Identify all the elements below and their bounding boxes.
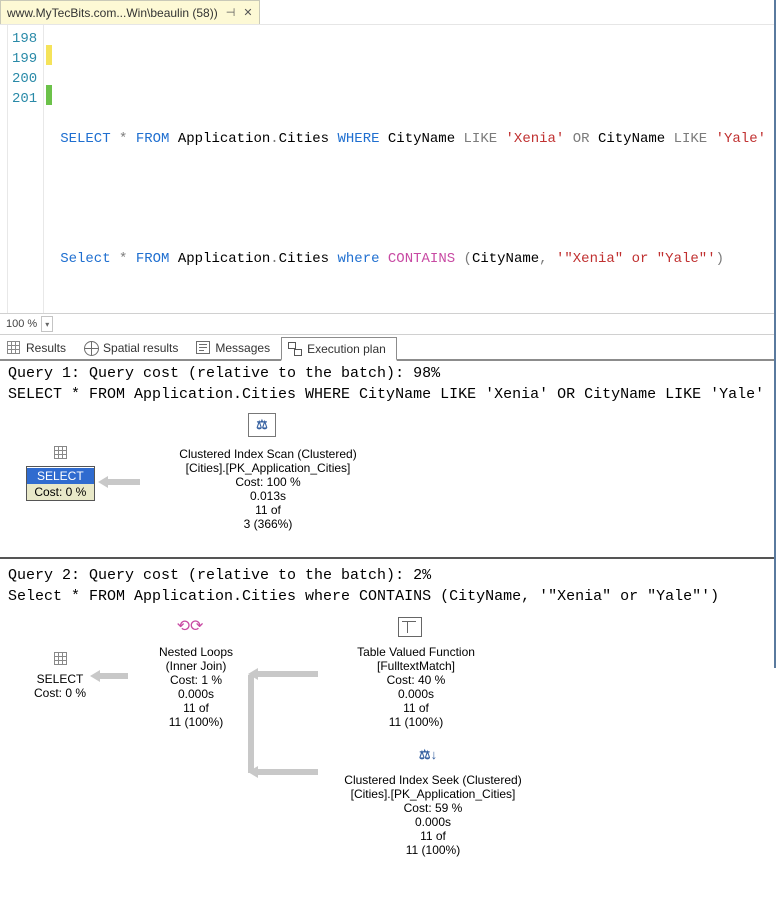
op-line: Clustered Index Seek (Clustered): [318, 773, 548, 787]
op-line: 11 of: [318, 829, 548, 843]
editor-margin: [0, 25, 8, 313]
zoom-value: 100 %: [6, 318, 37, 330]
op-line: [Cities].[PK_Application_Cities]: [143, 461, 393, 475]
plan-arrow: [98, 477, 140, 487]
op-line: 11 (100%): [318, 843, 548, 857]
clustered-index-scan-operator[interactable]: Clustered Index Scan (Clustered) [Cities…: [143, 447, 393, 531]
op-line: [Cities].[PK_Application_Cities]: [318, 787, 548, 801]
select-label: SELECT: [34, 672, 86, 686]
query2-diagram: ⟲⟳ SELECT Cost: 0 % Nested Loops (Inner …: [8, 609, 766, 889]
table-icon: [48, 441, 72, 463]
execution-plan-icon: [288, 342, 302, 356]
document-tab-title: www.MyTecBits.com...Win\beaulin (58)): [7, 6, 218, 20]
query2-cost-header: Query 2: Query cost (relative to the bat…: [8, 567, 766, 584]
op-line: Clustered Index Scan (Clustered): [143, 447, 393, 461]
zoom-bar: 100 % ▾: [0, 313, 774, 335]
sql-editor[interactable]: 198 199 200 201 SELECT * FROM Applicatio…: [0, 24, 774, 313]
tab-execution-plan[interactable]: Execution plan: [281, 337, 397, 361]
query2-sql: Select * FROM Application.Cities where C…: [8, 588, 766, 605]
code-line[interactable]: SELECT * FROM Application.Cities WHERE C…: [60, 129, 766, 149]
nested-loops-icon: ⟲⟳: [177, 620, 204, 634]
op-line: 0.000s: [326, 687, 506, 701]
globe-icon: [84, 341, 98, 355]
op-line: 11 of: [326, 701, 506, 715]
op-line: (Inner Join): [136, 659, 256, 673]
tab-label: Messages: [215, 341, 270, 355]
messages-icon: [196, 341, 210, 355]
index-seek-icon: ⚖↓: [419, 748, 437, 762]
op-line: 11 (100%): [136, 715, 256, 729]
op-line: 3 (366%): [143, 517, 393, 531]
tab-label: Results: [26, 341, 66, 355]
tab-spatial-results[interactable]: Spatial results: [77, 335, 189, 359]
select-label: SELECT: [27, 468, 94, 484]
table-icon: [48, 647, 72, 669]
code-line[interactable]: [60, 69, 766, 89]
tab-results[interactable]: Results: [0, 335, 77, 359]
seek-top-icon: ⚖↓: [414, 743, 442, 770]
line-number: 200: [12, 69, 37, 89]
tab-label: Spatial results: [103, 341, 178, 355]
select-cost: Cost: 0 %: [27, 484, 94, 500]
table-valued-function-operator[interactable]: Table Valued Function [FulltextMatch] Co…: [326, 645, 506, 729]
close-icon[interactable]: ✕: [243, 6, 252, 19]
clustered-index-seek-operator[interactable]: Clustered Index Seek (Clustered) [Cities…: [318, 773, 548, 857]
document-tab-bar: www.MyTecBits.com...Win\beaulin (58)) ⊣ …: [0, 0, 774, 24]
select-operator[interactable]: SELECT Cost: 0 %: [26, 441, 95, 501]
code-line[interactable]: Select * FROM Application.Cities where C…: [60, 249, 766, 269]
tab-messages[interactable]: Messages: [189, 335, 281, 359]
query1-sql: SELECT * FROM Application.Cities WHERE C…: [8, 386, 766, 403]
grid-icon: [7, 341, 21, 355]
op-line: [FulltextMatch]: [326, 659, 506, 673]
op-line: Cost: 59 %: [318, 801, 548, 815]
select-operator[interactable]: SELECT Cost: 0 %: [34, 647, 86, 700]
line-number: 199: [12, 49, 37, 69]
op-line: 11 of: [136, 701, 256, 715]
select-cost: Cost: 0 %: [34, 686, 86, 700]
tvf-top-icon: [396, 615, 424, 642]
plan-arrow: [248, 669, 318, 679]
pin-icon[interactable]: ⊣: [226, 6, 236, 19]
line-number: 201: [12, 89, 37, 109]
line-number: 198: [12, 29, 37, 49]
op-line: 11 (100%): [326, 715, 506, 729]
plan-arrow: [90, 671, 128, 681]
function-icon: [398, 616, 422, 638]
op-line: Cost: 100 %: [143, 475, 393, 489]
code-line[interactable]: [60, 189, 766, 209]
op-line: 11 of: [143, 503, 393, 517]
tab-label: Execution plan: [307, 342, 386, 356]
op-line: Cost: 1 %: [136, 673, 256, 687]
op-line: Table Valued Function: [326, 645, 506, 659]
plan-divider: [0, 557, 774, 559]
zoom-dropdown-icon[interactable]: ▾: [41, 316, 53, 332]
plan-arrow: [248, 767, 318, 777]
query1-cost-header: Query 1: Query cost (relative to the bat…: [8, 365, 766, 382]
op-line: 0.000s: [136, 687, 256, 701]
change-markers: [44, 25, 52, 313]
scales-icon: ⚖: [256, 418, 268, 432]
query1-diagram: ⚖ SELECT Cost: 0 % Clustered Index Scan …: [8, 407, 766, 547]
op-line: Cost: 40 %: [326, 673, 506, 687]
document-tab[interactable]: www.MyTecBits.com...Win\beaulin (58)) ⊣ …: [0, 0, 260, 24]
nested-loops-operator[interactable]: Nested Loops (Inner Join) Cost: 1 % 0.00…: [136, 645, 256, 729]
code-area[interactable]: SELECT * FROM Application.Cities WHERE C…: [52, 25, 774, 313]
line-number-gutter: 198 199 200 201: [8, 25, 44, 313]
loops-top-icon: ⟲⟳: [176, 615, 204, 642]
results-tab-strip: Results Spatial results Messages Executi…: [0, 335, 774, 361]
execution-plan-pane[interactable]: Query 1: Query cost (relative to the bat…: [0, 361, 774, 901]
op-line: 0.000s: [318, 815, 548, 829]
scan-top-icon: ⚖: [248, 413, 276, 440]
op-line: Nested Loops: [136, 645, 256, 659]
plan-connector: [248, 675, 254, 773]
op-line: 0.013s: [143, 489, 393, 503]
